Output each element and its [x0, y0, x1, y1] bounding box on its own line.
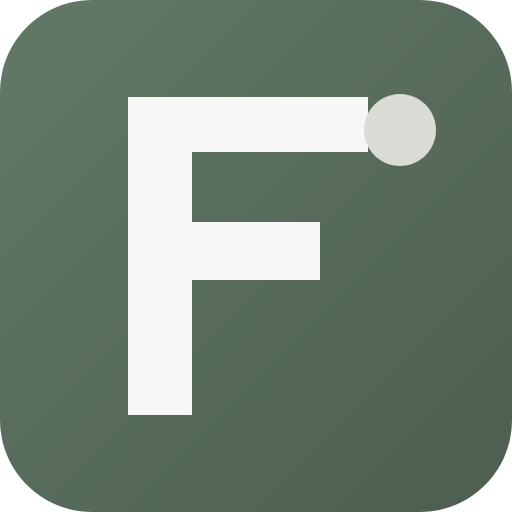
app-icon[interactable] — [0, 0, 512, 512]
canvas — [0, 0, 512, 512]
logo-dot — [364, 94, 436, 166]
logo-f-top-bar — [128, 97, 368, 152]
logo-f-middle-bar — [128, 222, 320, 280]
